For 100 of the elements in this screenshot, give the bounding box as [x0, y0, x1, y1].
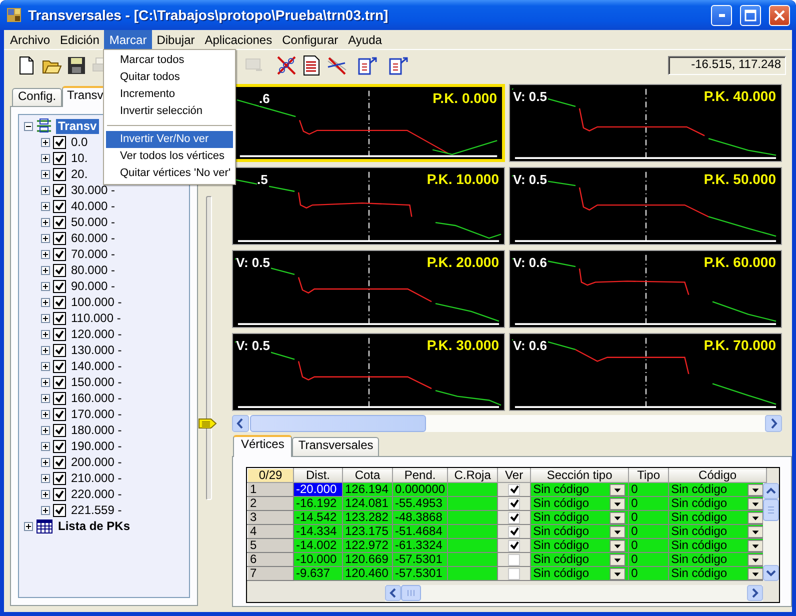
tree-item[interactable]: 140.000 - — [69, 358, 124, 374]
caret-icon[interactable] — [747, 568, 764, 580]
tree-item[interactable]: 180.000 - — [69, 422, 124, 438]
table-cell[interactable]: -10.000 — [294, 552, 342, 566]
expand-icon[interactable] — [24, 522, 33, 530]
tree-item[interactable]: 50.000 - — [69, 214, 118, 230]
caret-icon[interactable] — [609, 512, 626, 524]
expand-icon[interactable] — [41, 330, 50, 338]
menu-item[interactable]: Edición — [55, 30, 104, 49]
tree-item[interactable]: 10. — [69, 150, 90, 166]
tree-item[interactable]: 150.000 - — [69, 374, 124, 390]
menu-item[interactable]: Quitar todos — [106, 69, 233, 86]
tree-item[interactable]: 30.000 - — [69, 182, 118, 198]
tree-item[interactable]: 20. — [69, 166, 90, 182]
expand-icon[interactable] — [41, 298, 50, 306]
column-header[interactable]: Código — [668, 468, 767, 482]
expand-icon[interactable] — [41, 314, 50, 322]
column-header[interactable]: Ver — [498, 468, 531, 482]
scrollbar[interactable] — [385, 585, 763, 602]
tree-item[interactable]: 70.000 - — [69, 246, 118, 262]
expand-icon[interactable] — [41, 346, 50, 354]
caret-icon[interactable] — [609, 554, 626, 566]
checkbox[interactable] — [53, 424, 66, 436]
tree-item[interactable]: 80.000 - — [69, 262, 118, 278]
tree-item[interactable]: 190.000 - — [69, 438, 124, 454]
tab[interactable]: Config. — [12, 88, 62, 106]
checkbox[interactable] — [53, 296, 66, 308]
checkbox[interactable] — [53, 312, 66, 324]
checkbox[interactable] — [53, 200, 66, 212]
sheet-icon[interactable] — [300, 55, 322, 76]
menu-item[interactable]: Aplicaciones — [200, 30, 278, 49]
checkbox[interactable] — [53, 472, 66, 484]
menu-item[interactable]: Archivo — [5, 30, 56, 49]
close-button[interactable] — [769, 4, 790, 26]
caret-icon[interactable] — [747, 498, 764, 510]
scroll-left-button[interactable] — [232, 415, 249, 432]
expand-icon[interactable] — [41, 410, 50, 418]
expand-icon[interactable] — [41, 218, 50, 226]
column-header[interactable]: Cota — [342, 468, 392, 482]
checkbox[interactable] — [53, 360, 66, 372]
checkbox[interactable] — [53, 152, 66, 164]
table-cell[interactable]: -20.000 — [294, 482, 342, 496]
expand-icon[interactable] — [41, 186, 50, 194]
profile-panel[interactable]: .5 P.K. 10.000 — [232, 167, 505, 245]
checkbox[interactable] — [53, 280, 66, 292]
checkbox[interactable] — [53, 344, 66, 356]
scroll-thumb[interactable] — [763, 499, 779, 521]
menu-item[interactable]: Ver todos los vértices — [106, 148, 233, 165]
checkbox[interactable] — [53, 136, 66, 148]
table-cell[interactable]: -9.637 — [294, 566, 342, 580]
expand-icon[interactable] — [41, 234, 50, 242]
scrollbar[interactable] — [232, 415, 782, 432]
tree-item[interactable]: 220.000 - — [69, 486, 124, 502]
checkbox[interactable] — [53, 408, 66, 420]
expand-icon[interactable] — [41, 490, 50, 498]
expand-icon[interactable] — [41, 426, 50, 434]
checkbox[interactable] — [53, 184, 66, 196]
tab[interactable]: Vértices — [233, 435, 292, 457]
crossed-lines-icon[interactable] — [326, 55, 346, 76]
tree-item[interactable]: 221.559 - — [69, 502, 124, 518]
menu-item[interactable]: Invertir Ver/No ver — [106, 131, 233, 148]
caret-icon[interactable] — [609, 498, 626, 510]
expand-icon[interactable] — [41, 154, 50, 162]
checkbox[interactable] — [53, 440, 66, 452]
scroll-thumb[interactable] — [250, 415, 426, 432]
scroll-left-button[interactable] — [385, 585, 401, 601]
scroll-right-button[interactable] — [747, 585, 763, 601]
expand-icon[interactable] — [41, 250, 50, 258]
tree-item[interactable]: 90.000 - — [69, 278, 118, 294]
column-header[interactable]: Dist. — [294, 468, 342, 482]
caret-icon[interactable] — [747, 540, 764, 552]
checkbox[interactable] — [53, 264, 66, 276]
tree-item[interactable]: Transv — [56, 118, 99, 134]
caret-icon[interactable] — [747, 512, 764, 524]
checkbox[interactable] — [53, 216, 66, 228]
caret-icon[interactable] — [747, 484, 764, 496]
scroll-right-button[interactable] — [765, 415, 782, 432]
tree-item[interactable]: Lista de PKs — [56, 518, 132, 534]
expand-icon[interactable] — [41, 474, 50, 482]
table-cell[interactable]: -16.192 — [294, 496, 342, 510]
checkbox[interactable] — [53, 232, 66, 244]
tree-item[interactable]: 120.000 - — [69, 326, 124, 342]
caret-icon[interactable] — [747, 526, 764, 538]
menu-item[interactable]: Configurar — [277, 30, 344, 49]
table-cell[interactable]: -14.334 — [294, 524, 342, 538]
checkbox[interactable] — [53, 376, 66, 388]
checkbox[interactable] — [53, 328, 66, 340]
profile-panel[interactable]: V: 0.6 P.K. 70.000 — [509, 333, 782, 411]
tree-item[interactable]: 110.000 - — [69, 310, 123, 326]
menu-item[interactable]: Ayuda — [343, 30, 387, 49]
expand-icon[interactable] — [41, 458, 50, 466]
tree-item[interactable]: 210.000 - — [69, 470, 124, 486]
crossed-nodes-icon[interactable] — [276, 55, 296, 76]
expand-icon[interactable] — [41, 506, 50, 514]
checkbox[interactable] — [53, 392, 66, 404]
expand-icon[interactable] — [41, 282, 50, 290]
scroll-thumb[interactable] — [401, 585, 421, 601]
checkbox[interactable] — [53, 456, 66, 468]
column-header[interactable]: Pend. — [392, 468, 448, 482]
tree-item[interactable]: 170.000 - — [69, 406, 124, 422]
